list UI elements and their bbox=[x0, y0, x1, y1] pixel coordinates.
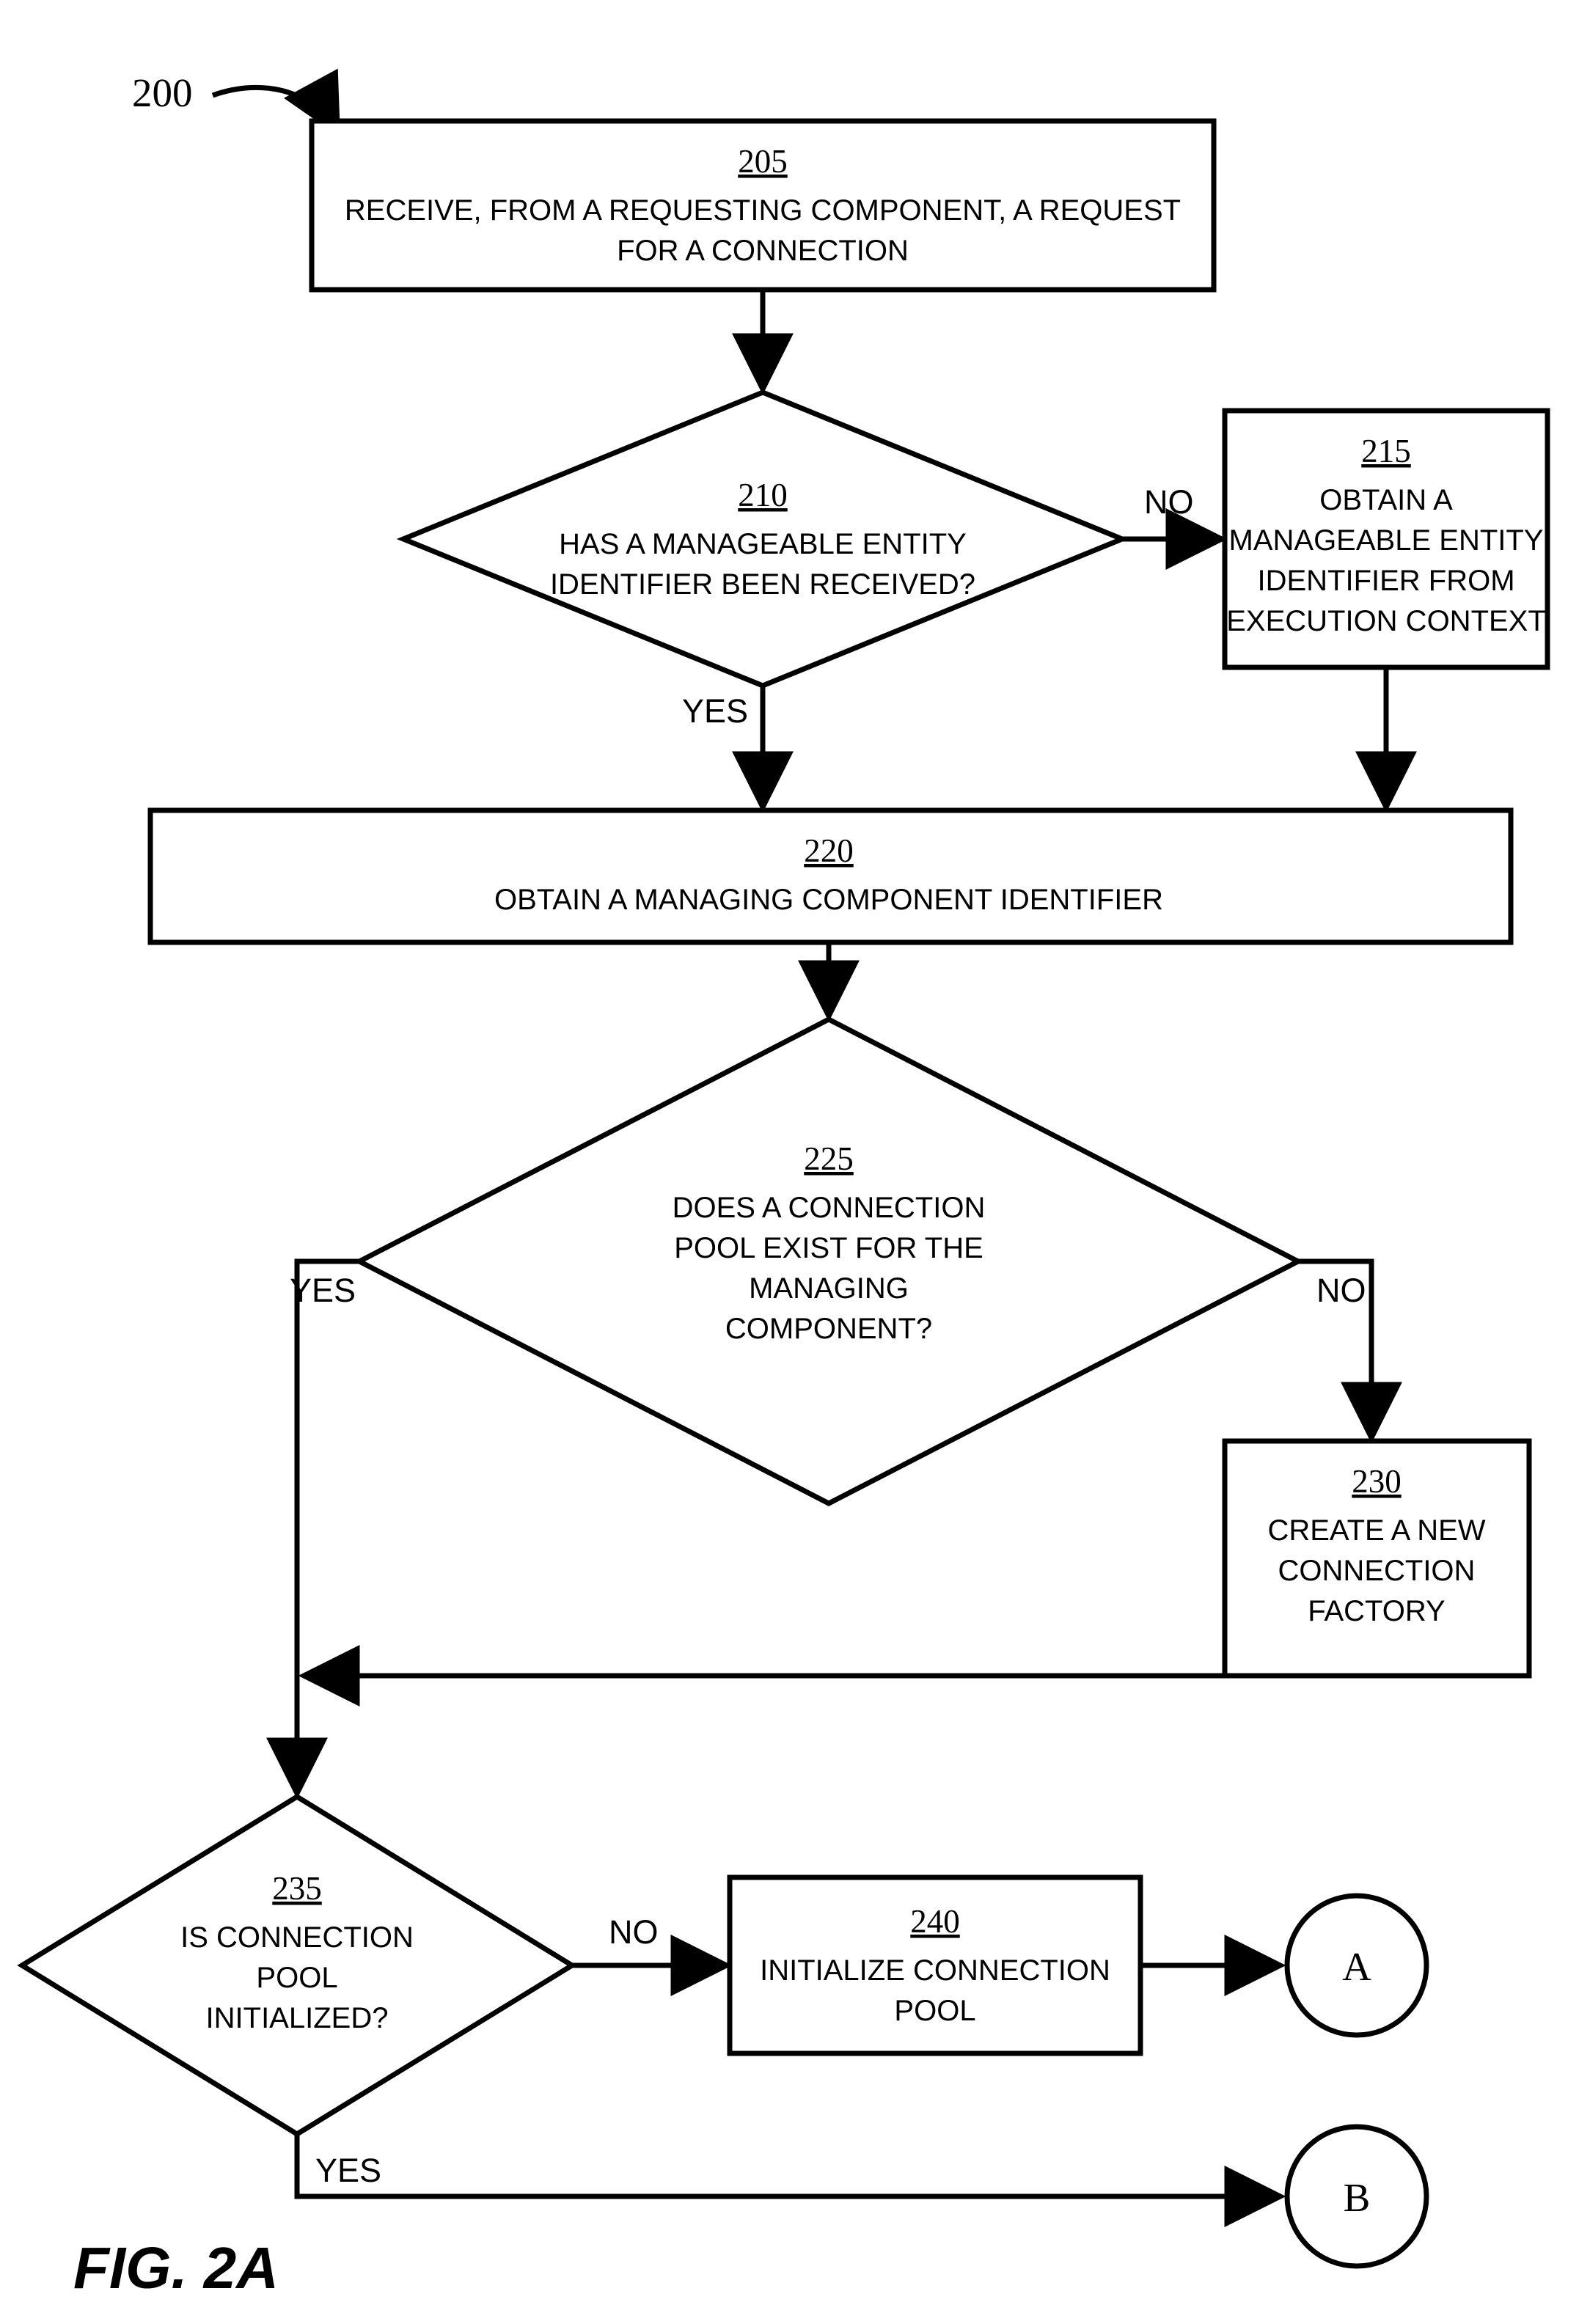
edge-235-yes-label: YES bbox=[315, 2152, 381, 2189]
node-230-l3: FACTORY bbox=[1308, 1595, 1445, 1627]
connector-B-label: B bbox=[1344, 2175, 1371, 2220]
figure-label: FIG. 2A bbox=[73, 2235, 279, 2301]
node-215-l1: OBTAIN A bbox=[1319, 484, 1453, 516]
node-215-l2: MANAGEABLE ENTITY bbox=[1229, 524, 1544, 557]
node-240-ref: 240 bbox=[910, 1903, 960, 1940]
node-215-ref: 215 bbox=[1361, 433, 1411, 469]
node-225-l3: MANAGING bbox=[749, 1272, 909, 1305]
node-210-l1: HAS A MANAGEABLE ENTITY bbox=[559, 528, 967, 560]
edge-210-yes-label: YES bbox=[682, 692, 748, 730]
edge-225-yes-seg1 bbox=[297, 1261, 359, 1676]
node-240-l2: POOL bbox=[894, 1995, 975, 2027]
node-210: 210 HAS A MANAGEABLE ENTITY IDENTIFIER B… bbox=[403, 392, 1122, 686]
edge-210-no-label: NO bbox=[1144, 483, 1194, 521]
node-220-l1: OBTAIN A MANAGING COMPONENT IDENTIFIER bbox=[494, 884, 1163, 916]
node-215-l3: IDENTIFIER FROM bbox=[1257, 565, 1514, 597]
node-215: 215 OBTAIN A MANAGEABLE ENTITY IDENTIFIE… bbox=[1225, 411, 1547, 667]
edge-235-no-label: NO bbox=[609, 1913, 659, 1951]
node-210-l2: IDENTIFIER BEEN RECEIVED? bbox=[550, 568, 975, 601]
node-205-l1: RECEIVE, FROM A REQUESTING COMPONENT, A … bbox=[345, 194, 1181, 227]
node-205-ref: 205 bbox=[738, 143, 788, 180]
edge-235-B bbox=[297, 2134, 1280, 2196]
connector-A-label: A bbox=[1342, 1944, 1371, 1989]
node-220: 220 OBTAIN A MANAGING COMPONENT IDENTIFI… bbox=[150, 810, 1511, 942]
node-240: 240 INITIALIZE CONNECTION POOL bbox=[730, 1877, 1140, 2053]
node-205: 205 RECEIVE, FROM A REQUESTING COMPONENT… bbox=[312, 121, 1214, 290]
node-235-ref: 235 bbox=[272, 1870, 322, 1907]
node-230-ref: 230 bbox=[1352, 1463, 1402, 1500]
edge-225-yes-label: YES bbox=[290, 1272, 356, 1309]
node-220-ref: 220 bbox=[804, 832, 854, 869]
node-240-l1: INITIALIZE CONNECTION bbox=[760, 1954, 1110, 1987]
node-235-l3: INITIALIZED? bbox=[206, 2002, 389, 2034]
node-230-l1: CREATE A NEW bbox=[1267, 1514, 1485, 1547]
edge-225-no-label: NO bbox=[1316, 1272, 1366, 1309]
node-225-ref: 225 bbox=[804, 1140, 854, 1177]
node-215-l4: EXECUTION CONTEXT bbox=[1226, 605, 1546, 637]
node-210-ref: 210 bbox=[738, 477, 788, 513]
node-235-l1: IS CONNECTION bbox=[180, 1921, 414, 1954]
connector-B: B bbox=[1287, 2127, 1426, 2266]
node-225: 225 DOES A CONNECTION POOL EXIST FOR THE… bbox=[359, 1019, 1298, 1503]
node-235: 235 IS CONNECTION POOL INITIALIZED? bbox=[22, 1797, 572, 2134]
node-225-l1: DOES A CONNECTION bbox=[673, 1192, 986, 1224]
node-225-l2: POOL EXIST FOR THE bbox=[674, 1232, 983, 1264]
figure-ref-label: 200 bbox=[132, 70, 193, 115]
node-235-l2: POOL bbox=[256, 1962, 337, 1994]
connector-A: A bbox=[1287, 1896, 1426, 2035]
node-205-l2: FOR A CONNECTION bbox=[617, 235, 909, 267]
node-230: 230 CREATE A NEW CONNECTION FACTORY bbox=[1225, 1441, 1529, 1676]
node-225-l4: COMPONENT? bbox=[725, 1313, 932, 1345]
node-230-l2: CONNECTION bbox=[1278, 1555, 1476, 1587]
